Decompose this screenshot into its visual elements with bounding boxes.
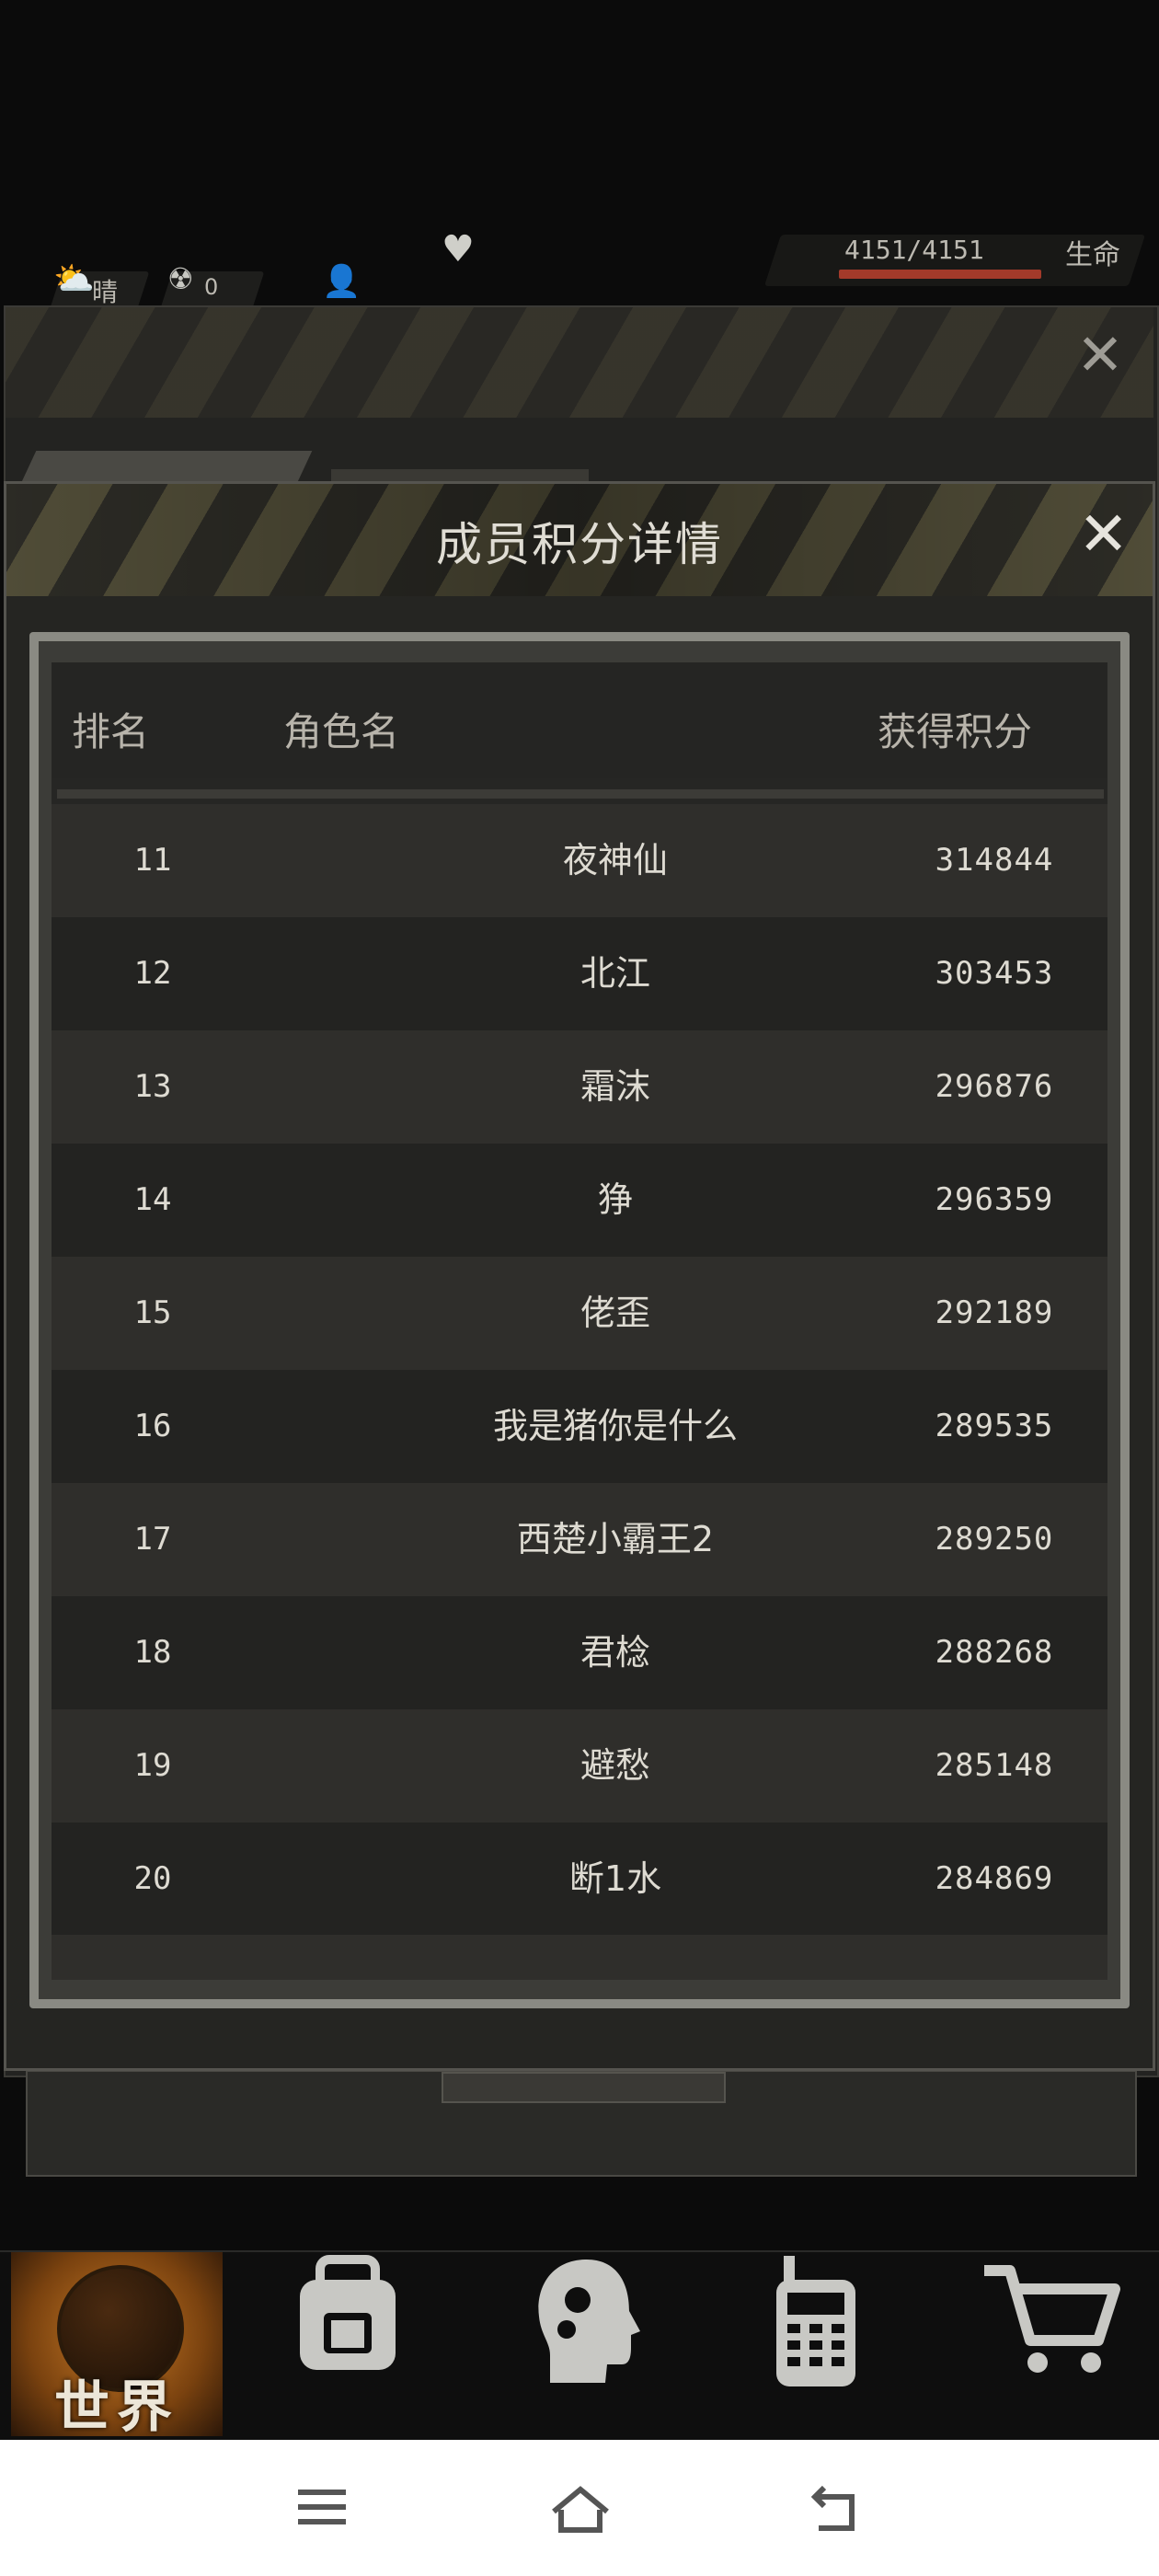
- table-row[interactable]: 19 避愁 285148: [52, 1709, 1107, 1823]
- backpack-icon[interactable]: [283, 2252, 412, 2399]
- nav-world-button[interactable]: 世界: [11, 2252, 223, 2440]
- rank-cell: 11: [133, 842, 172, 879]
- name-cell: 君棯: [580, 1632, 650, 1673]
- table-row[interactable]: 15 佬歪 292189: [52, 1257, 1107, 1370]
- name-cell: 狰: [597, 1179, 633, 1220]
- background-close-icon[interactable]: ✕: [1076, 327, 1124, 384]
- column-header-score: 获得积分: [878, 709, 1033, 754]
- name-cell: 北江: [580, 953, 650, 994]
- score-cell: 296359: [935, 1181, 1054, 1218]
- table-header: 排名 角色名 获得积分: [52, 662, 1107, 778]
- health-text: 4151/4151: [844, 235, 984, 265]
- table-row[interactable]: 18 君棯 288268: [52, 1596, 1107, 1709]
- name-cell: 夜神仙: [562, 840, 668, 880]
- column-header-rank: 排名: [72, 709, 150, 754]
- table-row[interactable]: 14 狰 296359: [52, 1144, 1107, 1257]
- score-cell: 284869: [935, 1860, 1054, 1897]
- table-row-partial: [52, 1935, 1107, 1980]
- health-bar: [839, 270, 1041, 279]
- rank-cell: 18: [133, 1634, 172, 1671]
- name-cell: 佬歪: [580, 1293, 650, 1333]
- name-cell: 霜沫: [580, 1066, 650, 1107]
- table-row[interactable]: 16 我是猪你是什么 289535: [52, 1370, 1107, 1483]
- home-icon[interactable]: [548, 2484, 613, 2545]
- shop-cart-icon[interactable]: [979, 2252, 1126, 2399]
- heart-pulse-icon: ♥: [442, 228, 475, 270]
- skills-head-icon[interactable]: [522, 2252, 651, 2409]
- rank-cell: 20: [133, 1860, 172, 1897]
- close-icon[interactable]: ✕: [1078, 504, 1129, 565]
- radiation-value: 0: [204, 274, 219, 300]
- score-cell: 303453: [935, 955, 1054, 992]
- name-cell: 我是猪你是什么: [492, 1406, 738, 1446]
- table-row[interactable]: 12 北江 303453: [52, 917, 1107, 1030]
- name-cell: 西楚小霸王2: [516, 1519, 715, 1559]
- rank-cell: 19: [133, 1747, 172, 1784]
- rank-cell: 17: [133, 1521, 172, 1558]
- score-cell: 289535: [935, 1408, 1054, 1444]
- modal-title: 成员积分详情: [436, 518, 723, 571]
- rank-cell: 15: [133, 1294, 172, 1331]
- rank-cell: 12: [133, 955, 172, 992]
- score-cell: 288268: [935, 1634, 1054, 1671]
- table-row[interactable]: 13 霜沫 296876: [52, 1030, 1107, 1144]
- score-cell: 289250: [935, 1521, 1054, 1558]
- name-cell: 避愁: [580, 1745, 650, 1786]
- score-cell: 292189: [935, 1294, 1054, 1331]
- life-label: 生命: [1065, 239, 1120, 271]
- radiation-icon: ☢: [167, 261, 194, 296]
- rank-cell: 14: [133, 1181, 172, 1218]
- table-row[interactable]: 11 夜神仙 314844: [52, 804, 1107, 917]
- background-button: [442, 2072, 726, 2103]
- header-divider: [57, 789, 1104, 799]
- rank-cell: 16: [133, 1408, 172, 1444]
- score-cell: 314844: [935, 842, 1054, 879]
- cloud-sun-icon: ⛅: [53, 260, 95, 298]
- rank-cell: 13: [133, 1068, 172, 1105]
- name-cell: 断1水: [568, 1858, 662, 1899]
- score-cell: 285148: [935, 1747, 1054, 1784]
- table-row[interactable]: 20 断1水 284869: [52, 1823, 1107, 1936]
- menu-icon[interactable]: [294, 2484, 350, 2539]
- table-row[interactable]: 17 西楚小霸王2 289250: [52, 1483, 1107, 1596]
- nav-world-label: 世界: [54, 2375, 179, 2440]
- weather-label: 晴: [92, 277, 119, 307]
- score-cell: 296876: [935, 1068, 1054, 1105]
- person-icon[interactable]: 👤: [322, 263, 361, 300]
- column-header-name: 角色名: [283, 709, 400, 754]
- back-icon[interactable]: [809, 2484, 865, 2545]
- radio-icon[interactable]: [765, 2252, 866, 2409]
- background-panel-header: [6, 307, 1153, 418]
